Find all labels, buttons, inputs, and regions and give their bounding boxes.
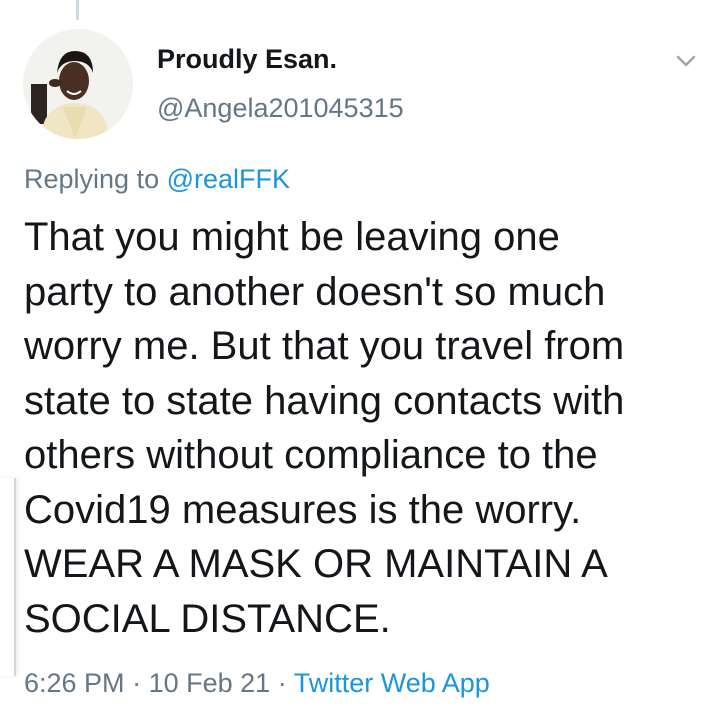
tweet-date[interactable]: 10 Feb 21 [149, 668, 271, 698]
avatar-photo [23, 29, 133, 139]
tweet-text-line: party to another doesn't so much [24, 269, 606, 314]
tweet-meta: 6:26 PM · 10 Feb 21 · Twitter Web App [24, 668, 490, 699]
tweet-text-line: worry me. But that you travel from [24, 324, 625, 368]
tweet-text-line: others without compliance to the [24, 433, 598, 477]
thread-connector-line [76, 0, 79, 20]
reply-mention-link[interactable]: @realFFK [167, 164, 290, 194]
tweet-text-line: SOCIAL DISTANCE. [24, 596, 391, 641]
overlay-edge [0, 478, 16, 676]
tweet-text-line: WEAR A MASK OR MAINTAIN A [24, 542, 608, 586]
tweet-text-line: Covid19 measures is the worry. [24, 487, 582, 532]
replying-to-label: Replying to [24, 164, 160, 194]
display-name[interactable]: Proudly Esan. [157, 44, 337, 75]
tweet-time[interactable]: 6:26 PM [24, 668, 125, 698]
avatar[interactable] [23, 29, 133, 139]
meta-separator: · [277, 668, 287, 698]
tweet-text: That you might be leaving one party to a… [24, 210, 708, 646]
chevron-down-icon[interactable] [672, 47, 700, 75]
replying-to: Replying to @realFFK [24, 164, 290, 195]
tweet-text-line: state to state having contacts with [24, 378, 625, 423]
tweet-detail: Proudly Esan. @Angela201045315 Replying … [0, 0, 720, 725]
tweet-text-line: That you might be leaving one [24, 215, 560, 259]
tweet-source-link[interactable]: Twitter Web App [294, 668, 490, 698]
user-handle[interactable]: @Angela201045315 [157, 93, 404, 124]
meta-separator: · [132, 668, 142, 698]
